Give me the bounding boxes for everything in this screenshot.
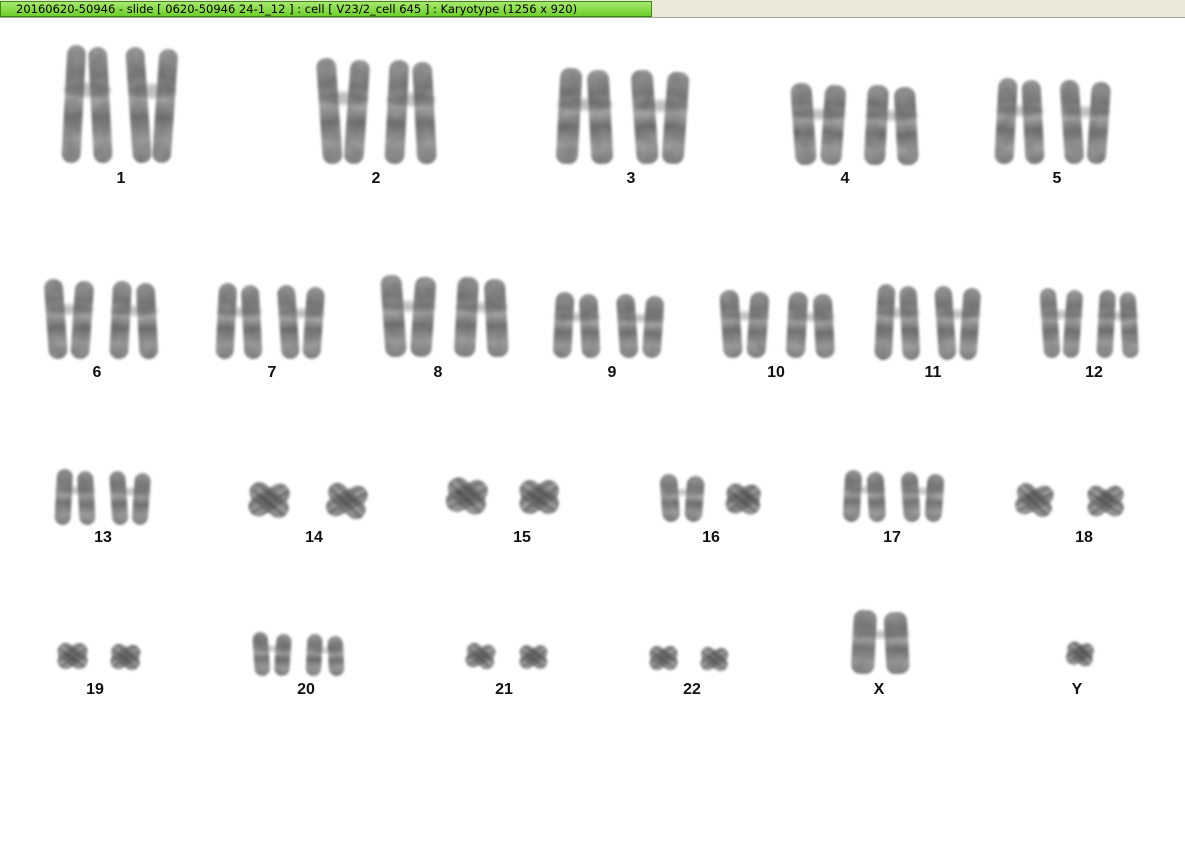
chromosome-1-b[interactable] [125, 46, 178, 163]
chromosome-9-a[interactable] [553, 292, 601, 359]
chromosome-17-b[interactable] [901, 471, 945, 522]
chromosome-label-19: 19 [86, 681, 104, 698]
chromosome-6-b[interactable] [109, 281, 159, 360]
chromosome-6-a[interactable] [44, 278, 95, 359]
chromosome-label-14: 14 [305, 529, 323, 546]
chromosome-20-b[interactable] [305, 634, 345, 677]
chromosome-10-a[interactable] [719, 289, 770, 358]
chromosome-3-a[interactable] [556, 67, 614, 165]
chromosome-pair-11[interactable] [874, 284, 981, 361]
chromosome-21-a[interactable] [463, 640, 498, 673]
chromosome-11-a[interactable] [874, 284, 920, 361]
chromosome-21-b[interactable] [517, 642, 551, 672]
chromosome-9-b[interactable] [616, 293, 665, 358]
chromosome-label-11: 11 [925, 364, 942, 381]
chromosome-19-b[interactable] [107, 641, 143, 674]
chromosome-11-b[interactable] [934, 285, 981, 360]
chromosome-label-16: 16 [702, 529, 720, 546]
chromosome-label-8: 8 [434, 364, 443, 381]
chromosome-pair-14[interactable] [245, 478, 371, 523]
chromosome-pair-2[interactable] [316, 57, 437, 165]
chromosome-12-b[interactable] [1096, 290, 1139, 359]
chromosome-pair-9[interactable] [553, 292, 665, 359]
chromosome-pair-13[interactable] [54, 469, 151, 526]
chromosome-18-a[interactable] [1012, 479, 1057, 521]
chromosome-label-2: 2 [372, 170, 381, 187]
chromosome-label-10: 10 [767, 364, 785, 381]
chromosome-pair-8[interactable] [380, 274, 509, 358]
chromosome-label-21: 21 [495, 681, 513, 698]
chromosome-18-b[interactable] [1084, 482, 1127, 520]
chromosome-pair-X[interactable] [851, 609, 910, 675]
chromosome-4-b[interactable] [864, 84, 919, 166]
chromosome-pair-22[interactable] [647, 643, 731, 674]
chromosome-pair-7[interactable] [215, 283, 325, 360]
karyotype-canvas: 1 2 3 4 56 7 8 9 10 11 1213 14 15 16 17 1819 20 21 22 X Y [44, 45, 1139, 698]
chromosome-15-a[interactable] [442, 473, 491, 519]
chromosome-3-b[interactable] [631, 69, 690, 165]
chromosome-19-a[interactable] [54, 640, 91, 673]
chromosome-2-a[interactable] [316, 57, 370, 164]
chromosome-label-20: 20 [297, 681, 315, 698]
chromosome-label-12: 12 [1085, 364, 1103, 381]
window-title: 20160620-50946 - slide [ 0620-50946 24-1… [0, 1, 652, 17]
chromosome-label-18: 18 [1075, 529, 1093, 546]
chromosome-7-b[interactable] [277, 284, 325, 359]
chromosome-22-b[interactable] [698, 644, 731, 674]
chromosome-pair-10[interactable] [719, 289, 835, 359]
chromosome-14-b[interactable] [323, 479, 371, 523]
chromosome-label-4: 4 [841, 170, 850, 187]
chromosome-4-a[interactable] [790, 82, 846, 166]
chromosome-16-a[interactable] [659, 473, 705, 522]
chromosome-X[interactable] [851, 609, 910, 675]
chromosome-10-b[interactable] [786, 292, 835, 359]
chromosome-Y[interactable] [1063, 638, 1096, 669]
chromosome-12-a[interactable] [1039, 288, 1083, 359]
chromosome-pair-3[interactable] [556, 67, 690, 165]
chromosome-label-13: 13 [94, 529, 112, 546]
chromosome-label-9: 9 [608, 364, 617, 381]
chromosome-label-X: X [874, 681, 885, 698]
chromosome-14-a[interactable] [245, 478, 294, 522]
chromosome-5-b[interactable] [1059, 79, 1111, 164]
chromosome-label-5: 5 [1053, 170, 1062, 187]
chromosome-7-a[interactable] [215, 283, 263, 360]
chromosome-13-a[interactable] [54, 469, 96, 526]
chromosome-pair-1[interactable] [61, 45, 178, 164]
chromosome-layer [44, 45, 1139, 677]
chromosome-pair-4[interactable] [790, 82, 919, 166]
chromosome-13-b[interactable] [109, 471, 151, 526]
chromosome-1-a[interactable] [61, 45, 113, 164]
chromosome-pair-16[interactable] [659, 473, 764, 522]
chromosome-label-3: 3 [627, 170, 636, 187]
chromosome-pair-21[interactable] [463, 640, 550, 673]
chromosome-pair-15[interactable] [442, 473, 563, 519]
chromosome-16-b[interactable] [722, 480, 765, 519]
chromosome-2-b[interactable] [384, 60, 437, 165]
chromosome-label-6: 6 [93, 364, 102, 381]
chromosome-20-a[interactable] [252, 632, 292, 677]
label-layer: 1 2 3 4 56 7 8 9 10 11 1213 14 15 16 17 1819 20 21 22 X Y [86, 170, 1103, 698]
chromosome-label-Y: Y [1072, 681, 1083, 698]
chromosome-22-a[interactable] [647, 643, 681, 673]
chromosome-pair-20[interactable] [252, 632, 345, 677]
chromosome-pair-12[interactable] [1039, 288, 1139, 359]
chromosome-pair-6[interactable] [44, 278, 159, 360]
chromosome-pair-19[interactable] [54, 640, 143, 674]
chromosome-pair-5[interactable] [994, 78, 1111, 165]
chromosome-label-22: 22 [683, 681, 701, 698]
chromosome-label-17: 17 [883, 529, 901, 546]
chromosome-label-1: 1 [117, 170, 126, 187]
chromosome-5-a[interactable] [994, 78, 1045, 165]
title-bar: 20160620-50946 - slide [ 0620-50946 24-1… [0, 0, 1185, 18]
chromosome-pair-Y[interactable] [1063, 638, 1096, 669]
chromosome-label-15: 15 [513, 529, 531, 546]
chromosome-15-b[interactable] [515, 476, 563, 518]
chromosome-pair-17[interactable] [843, 470, 945, 523]
chromosome-pair-18[interactable] [1012, 479, 1128, 521]
chromosome-8-b[interactable] [454, 276, 509, 358]
chromosome-8-a[interactable] [380, 274, 436, 358]
chromosome-17-a[interactable] [843, 470, 886, 523]
chromosome-label-7: 7 [268, 364, 277, 381]
